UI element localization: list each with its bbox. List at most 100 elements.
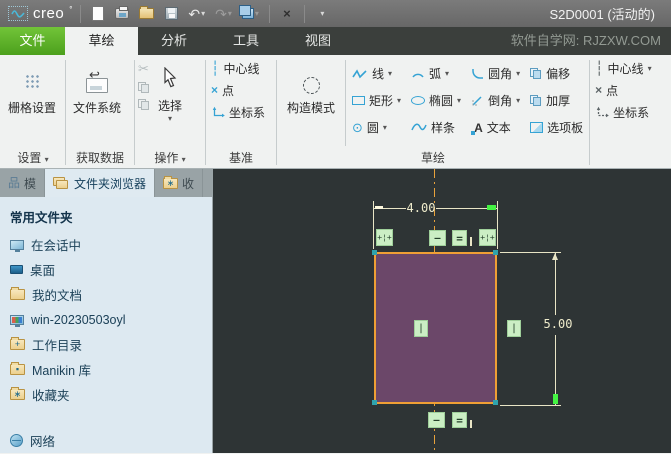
constraint-symmetric-right[interactable]: +¦+	[479, 229, 496, 246]
vertex-bottom-left[interactable]	[372, 400, 377, 405]
vertex-bottom-right[interactable]	[493, 400, 498, 405]
cut-icon[interactable]: ✂	[138, 61, 150, 77]
navigator-tabs: 品模 文件夹浏览器 ∗收	[0, 169, 212, 197]
creo-wave-icon	[8, 6, 28, 21]
paste-icon[interactable]	[138, 99, 150, 111]
new-file-button[interactable]	[89, 3, 107, 25]
constraint-vertical-left[interactable]: |	[414, 320, 428, 337]
folder-item-my-documents[interactable]: 我的文档	[0, 282, 212, 307]
tab-folder-browser[interactable]: 文件夹浏览器	[45, 169, 155, 197]
print-button[interactable]	[113, 3, 131, 25]
tool-palette-button[interactable]: 选项板	[527, 114, 586, 141]
construction-point-button[interactable]: ×点	[591, 79, 622, 101]
select-dropdown-icon[interactable]: ▾	[168, 114, 172, 123]
toolbar-expand-icon: ▾	[320, 9, 324, 18]
tool-circle-button[interactable]: ⊙圆▾	[349, 114, 404, 141]
dropdown-icon[interactable]: ▾	[516, 69, 520, 78]
tool-rectangle-button[interactable]: 矩形▾	[349, 87, 404, 114]
windows-button[interactable]: ▾	[240, 3, 261, 25]
sketch-rectangle[interactable]	[374, 252, 497, 404]
tab-favorites[interactable]: ∗收	[155, 169, 203, 197]
tool-chamfer-button[interactable]: 倒角▾	[468, 87, 523, 114]
construction-mode-icon	[303, 77, 320, 94]
vertex-top-left[interactable]	[372, 250, 377, 255]
tab-model-tree[interactable]: 品模	[0, 169, 45, 197]
tab-sketch[interactable]: 草绘	[65, 27, 138, 55]
coordsys-datum-button[interactable]: 坐标系	[207, 101, 269, 123]
tab-analysis[interactable]: 分析	[138, 27, 210, 55]
creo-logo-text: creo	[33, 5, 64, 22]
construction-centerline-button[interactable]: ┆中心线▾	[591, 57, 655, 79]
offset-icon	[530, 68, 542, 80]
tab-tools[interactable]: 工具	[210, 27, 282, 55]
main-area: 品模 文件夹浏览器 ∗收 常用文件夹 在会话中 桌面 我的文档 win-2023…	[0, 169, 671, 453]
construction-mode-button[interactable]: 构造模式	[278, 57, 344, 116]
group-label-operations[interactable]: 操作 ▾	[136, 149, 204, 168]
redo-button[interactable]: ↷▾	[213, 3, 234, 25]
tab-view[interactable]: 视图	[282, 27, 354, 55]
tool-ellipse-button[interactable]: 椭圆▾	[408, 87, 464, 114]
constraint-equal-bottom[interactable]: =	[452, 412, 467, 428]
dropdown-icon[interactable]: ▾	[397, 96, 401, 105]
sketch-canvas[interactable]: 4.00 +¦+ — = +¦+ | | 5.00	[213, 169, 671, 453]
construction-coordsys-button[interactable]: 坐标系	[591, 101, 653, 123]
dropdown-icon[interactable]: ▾	[445, 69, 449, 78]
windows-dropdown-icon[interactable]: ▾	[255, 9, 259, 18]
constraint-horizontal-bottom[interactable]: —	[428, 412, 445, 428]
folder-item-computer[interactable]: win-20230503oyl	[0, 307, 212, 332]
point-datum-button[interactable]: ×点	[207, 79, 238, 101]
folder-item-favorites[interactable]: ∗收藏夹	[0, 382, 212, 407]
folder-item-working-directory[interactable]: +工作目录	[0, 332, 212, 357]
group-label-datum: 基准	[207, 149, 275, 168]
folder-item-desktop[interactable]: 桌面	[0, 257, 212, 282]
group-label-settings[interactable]: 设置 ▾	[2, 149, 64, 168]
copy-icon[interactable]	[138, 82, 150, 94]
dropdown-icon[interactable]: ▾	[383, 123, 387, 132]
save-button[interactable]	[162, 3, 180, 25]
constraint-equal-top[interactable]: =	[452, 230, 467, 246]
constraint-symmetric-left[interactable]: +¦+	[376, 229, 393, 246]
undo-dropdown-icon[interactable]: ▾	[201, 9, 205, 18]
tool-text-button[interactable]: A文本	[468, 114, 523, 141]
folder-item-manikin-library[interactable]: ▪Manikin 库	[0, 357, 212, 382]
chamfer-icon	[471, 95, 484, 106]
folder-item-in-session[interactable]: 在会话中	[0, 232, 212, 257]
select-button[interactable]: 选择 ▾	[152, 57, 188, 123]
constraint-vertical-right[interactable]: |	[507, 320, 521, 337]
folder-browser-panel: 常用文件夹 在会话中 桌面 我的文档 win-20230503oyl +工作目录…	[0, 197, 212, 453]
dropdown-icon[interactable]: ▾	[648, 64, 652, 73]
vertex-top-right[interactable]	[493, 250, 498, 255]
open-folder-icon	[139, 8, 154, 19]
dropdown-icon[interactable]: ▾	[457, 96, 461, 105]
dimension-width-value[interactable]: 4.00	[405, 201, 437, 215]
file-system-button[interactable]: ↩ 文件系统	[67, 57, 127, 116]
redo-dropdown-icon[interactable]: ▾	[228, 9, 232, 18]
dimension-height-value[interactable]: 5.00	[541, 317, 575, 331]
close-window-button[interactable]: ×	[278, 3, 296, 25]
computer-icon	[10, 315, 24, 325]
centerline-datum-button[interactable]: ┆中心线	[207, 57, 263, 79]
palette-icon	[530, 122, 543, 133]
grid-settings-button[interactable]: 栅格设置	[2, 57, 62, 116]
dropdown-icon[interactable]: ▾	[516, 96, 520, 105]
folder-item-network[interactable]: 网络	[0, 428, 212, 453]
constraint-horizontal-top[interactable]: —	[429, 230, 446, 246]
extension-line-top-right	[500, 252, 561, 253]
open-button[interactable]	[137, 3, 156, 25]
line-icon	[352, 69, 368, 79]
tool-thicken-button[interactable]: 加厚	[527, 87, 586, 114]
toolbar-expand-button[interactable]: ▾	[313, 3, 331, 25]
tool-fillet-button[interactable]: 圆角▾	[468, 60, 523, 87]
redo-icon: ↷	[215, 7, 227, 21]
undo-button[interactable]: ↶▾	[186, 3, 207, 25]
tool-line-button[interactable]: 线▾	[349, 60, 404, 87]
tool-offset-button[interactable]: 偏移	[527, 60, 586, 87]
dropdown-icon[interactable]: ▾	[388, 69, 392, 78]
tab-file[interactable]: 文件	[0, 27, 65, 55]
group-separator	[345, 60, 346, 146]
text-icon: A	[471, 121, 483, 135]
menubar: 文件 草绘 分析 工具 视图 软件自学网: RJZXW.COM	[0, 27, 671, 55]
group-separator	[589, 60, 590, 165]
tool-spline-button[interactable]: 样条	[408, 114, 464, 141]
tool-arc-button[interactable]: 弧▾	[408, 60, 464, 87]
